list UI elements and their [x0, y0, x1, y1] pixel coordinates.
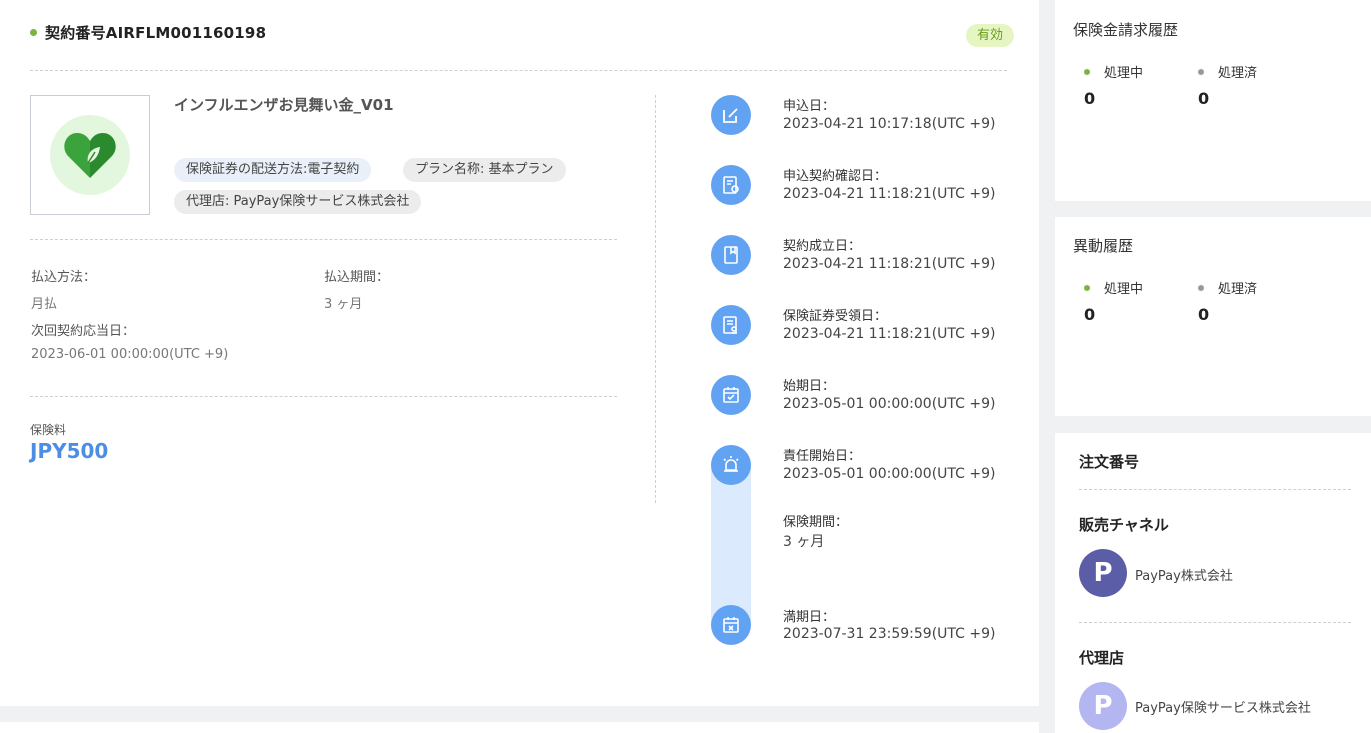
timeline-label: 申込日：	[783, 99, 836, 114]
coverage-period-bar	[711, 462, 751, 624]
avatar: P	[1079, 682, 1127, 730]
processing-text: 処理中	[1104, 66, 1144, 81]
next-card	[0, 722, 1039, 733]
changes-processed-label: 処理済	[1198, 278, 1257, 297]
product-name: インフルエンザお見舞い金_V01	[174, 96, 394, 114]
timeline-value: 2023-05-01 00:00:00(UTC +9)	[783, 396, 996, 412]
timeline-label: 保険期間：	[783, 515, 849, 530]
sales-channel-name: PayPay株式会社	[1135, 569, 1233, 584]
claims-processed-count[interactable]: 0	[1198, 89, 1209, 108]
certificate-icon	[711, 305, 751, 345]
document-check-icon	[711, 165, 751, 205]
processed-text: 処理済	[1218, 282, 1258, 297]
tag-agency: 代理店: PayPay保険サービス株式会社	[174, 190, 422, 214]
timeline-label: 申込契約確認日：	[783, 169, 888, 184]
timeline-value: 2023-04-21 11:18:21(UTC +9)	[783, 256, 996, 272]
timeline-value: 2023-04-21 10:17:18(UTC +9)	[783, 116, 996, 132]
status-badge: 有効	[966, 24, 1015, 47]
timeline-value: 2023-04-21 11:18:21(UTC +9)	[783, 326, 996, 342]
changes-processed-count[interactable]: 0	[1198, 305, 1209, 324]
agency-name: PayPay保険サービス株式会社	[1135, 701, 1311, 716]
premium-label: 保険料	[30, 423, 67, 437]
tag-delivery-method: 保険証券の配送方法:電子契約	[174, 158, 372, 182]
heart-leaf-icon	[50, 115, 130, 195]
processed-text: 処理済	[1218, 66, 1258, 81]
payment-period-value: 3 ヶ月	[324, 297, 363, 312]
claims-title: 保険金請求履歴	[1073, 21, 1179, 39]
avatar: P	[1079, 549, 1127, 597]
status-dot	[1084, 284, 1090, 291]
payment-period-label: 払込期間：	[324, 270, 390, 285]
divider	[30, 396, 617, 397]
claims-history-card: 保険金請求履歴 処理中 0 処理済 0	[1055, 0, 1371, 201]
next-date-value: 2023-06-01 00:00:00(UTC +9)	[31, 347, 229, 362]
claims-processing-label: 処理中	[1084, 62, 1143, 81]
timeline-label: 満期日：	[783, 610, 836, 625]
timeline-label: 保険証券受領日：	[783, 309, 888, 324]
claims-processing-count[interactable]: 0	[1084, 89, 1095, 108]
divider	[1079, 622, 1351, 623]
contract-header: 契約番号AIRFLM001160198	[30, 22, 266, 43]
contract-number: 契約番号AIRFLM001160198	[45, 24, 267, 42]
processing-text: 処理中	[1104, 282, 1144, 297]
edit-icon	[711, 95, 751, 135]
status-dot	[30, 29, 37, 36]
order-info-card: 注文番号 販売チャネル P PayPay株式会社 代理店 P PayPay保険サ…	[1055, 433, 1371, 733]
timeline-value: 2023-07-31 23:59:59(UTC +9)	[783, 626, 996, 642]
timeline-label: 契約成立日：	[783, 239, 862, 254]
timeline-value: 2023-04-21 11:18:21(UTC +9)	[783, 186, 996, 202]
changes-processing-count[interactable]: 0	[1084, 305, 1095, 324]
order-number-title: 注文番号	[1079, 453, 1140, 471]
payment-method-value: 月払	[31, 297, 58, 312]
premium-value: JPY500	[30, 439, 109, 463]
changes-title: 異動履歴	[1073, 237, 1134, 255]
timeline-value: 2023-05-01 00:00:00(UTC +9)	[783, 466, 996, 482]
status-dot	[1198, 68, 1204, 75]
divider	[30, 70, 1007, 71]
timeline-label: 責任開始日：	[783, 449, 862, 464]
changes-processing-label: 処理中	[1084, 278, 1143, 297]
calendar-x-icon	[711, 605, 751, 645]
agency-title: 代理店	[1079, 649, 1125, 667]
divider	[1079, 489, 1351, 490]
timeline-value: 3 ヶ月	[783, 534, 825, 550]
sales-channel-title: 販売チャネル	[1079, 516, 1169, 534]
divider	[30, 239, 617, 240]
tag-plan-name: プラン名称: 基本プラン	[403, 158, 566, 182]
contract-card: 契約番号AIRFLM001160198 有効 インフルエンザお見舞い金_V01 …	[0, 0, 1039, 706]
timeline-label: 始期日：	[783, 379, 836, 394]
payment-method-label: 払込方法：	[31, 270, 97, 285]
status-dot	[1084, 68, 1090, 75]
change-history-card: 異動履歴 処理中 0 処理済 0	[1055, 217, 1371, 416]
claims-processed-label: 処理済	[1198, 62, 1257, 81]
status-dot	[1198, 284, 1204, 291]
bookmark-icon	[711, 235, 751, 275]
next-date-label: 次回契約応当日：	[31, 324, 136, 339]
calendar-check-icon	[711, 375, 751, 415]
alarm-icon	[711, 445, 751, 485]
product-image	[30, 95, 150, 215]
vertical-divider	[655, 95, 656, 503]
